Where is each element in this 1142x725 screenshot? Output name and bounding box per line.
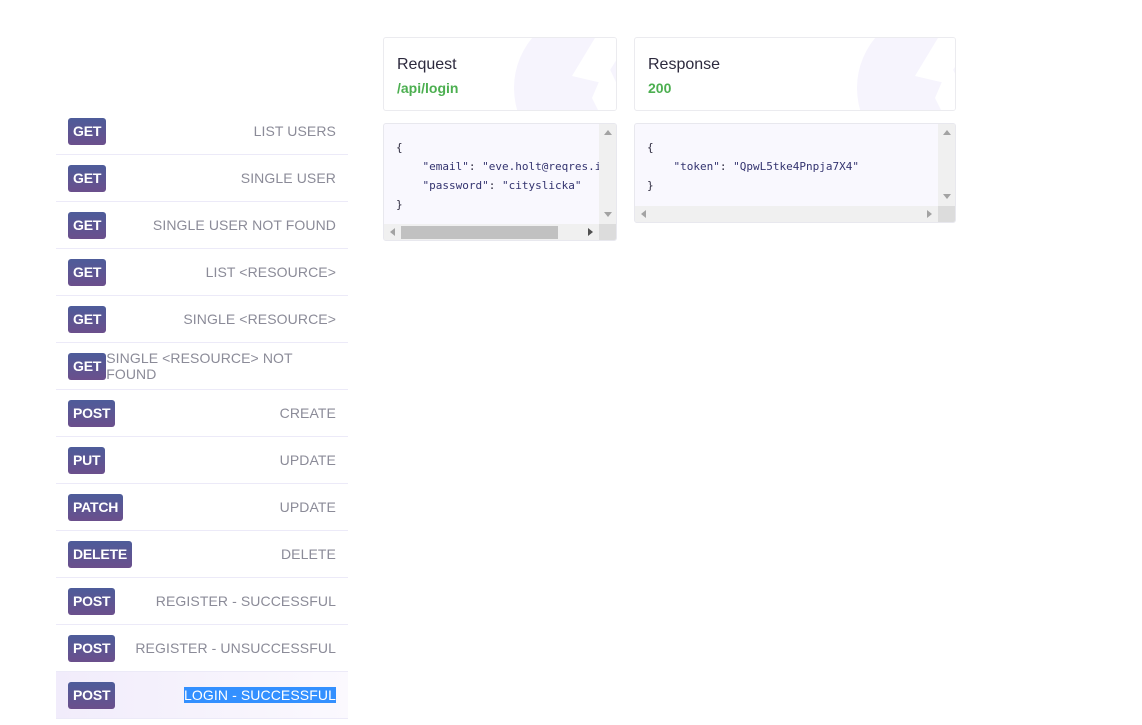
- response-card: Response 200: [634, 37, 956, 111]
- endpoint-label: LIST USERS: [253, 123, 336, 139]
- endpoint-item[interactable]: GET SINGLE <RESOURCE> NOT FOUND: [56, 343, 348, 390]
- endpoint-item[interactable]: POST REGISTER - SUCCESSFUL: [56, 578, 348, 625]
- endpoint-label: LOGIN - SUCCESSFUL: [184, 687, 336, 703]
- request-card: Request /api/login: [383, 37, 617, 111]
- response-status: 200: [648, 80, 672, 96]
- method-badge: DELETE: [68, 540, 133, 568]
- request-title: Request: [397, 56, 457, 73]
- endpoint-label: SINGLE <RESOURCE> NOT FOUND: [106, 350, 293, 382]
- request-vertical-scrollbar[interactable]: [599, 124, 616, 224]
- endpoint-item[interactable]: DELETE DELETE: [56, 531, 348, 578]
- method-badge: GET: [68, 164, 107, 192]
- endpoint-item[interactable]: GET SINGLE <RESOURCE>: [56, 296, 348, 343]
- scroll-down-arrow-icon[interactable]: [943, 194, 951, 199]
- scrollbar-corner: [599, 224, 616, 240]
- endpoint-item[interactable]: POST CREATE: [56, 390, 348, 437]
- endpoint-item[interactable]: GET LIST <RESOURCE>: [56, 249, 348, 296]
- request-json: { "email": "eve.holt@reqres.i "password"…: [396, 141, 602, 211]
- method-badge: POST: [68, 634, 116, 662]
- endpoint-label: LIST <RESOURCE>: [205, 264, 336, 280]
- scroll-down-arrow-icon[interactable]: [604, 212, 612, 217]
- scroll-up-arrow-icon[interactable]: [604, 130, 612, 135]
- method-badge: GET: [68, 211, 107, 239]
- endpoint-item[interactable]: PUT UPDATE: [56, 437, 348, 484]
- method-badge: POST: [68, 681, 116, 709]
- response-title: Response: [648, 56, 721, 73]
- response-body[interactable]: { "token": "QpwL5tke4Pnpja7X4" }: [634, 123, 956, 223]
- endpoint-item[interactable]: GET SINGLE USER NOT FOUND: [56, 202, 348, 249]
- endpoint-item[interactable]: GET SINGLE USER: [56, 155, 348, 202]
- endpoint-label: REGISTER - SUCCESSFUL: [155, 593, 336, 609]
- method-badge: POST: [68, 399, 116, 427]
- request-path: /api/login: [397, 80, 459, 96]
- request-scroll-thumb[interactable]: [401, 226, 558, 239]
- scroll-up-arrow-icon[interactable]: [943, 130, 951, 135]
- endpoint-label: UPDATE: [279, 452, 336, 468]
- endpoint-label: SINGLE USER NOT FOUND: [152, 217, 336, 233]
- method-badge: GET: [68, 117, 107, 145]
- method-badge: GET: [68, 258, 107, 286]
- request-horizontal-scrollbar[interactable]: [384, 224, 600, 240]
- endpoint-item[interactable]: PATCH UPDATE: [56, 484, 348, 531]
- scroll-right-arrow-icon[interactable]: [588, 228, 593, 236]
- endpoint-label: SINGLE USER: [240, 170, 336, 186]
- endpoint-item[interactable]: POST REGISTER - UNSUCCESSFUL: [56, 625, 348, 672]
- scroll-left-arrow-icon[interactable]: [641, 210, 646, 218]
- request-body[interactable]: { "email": "eve.holt@reqres.i "password"…: [383, 123, 617, 241]
- method-badge: PATCH: [68, 493, 124, 521]
- endpoint-item[interactable]: POST LOGIN - SUCCESSFUL: [56, 672, 348, 719]
- response-json: { "token": "QpwL5tke4Pnpja7X4" }: [647, 141, 859, 192]
- watermark-logo-icon: [857, 38, 955, 110]
- scrollbar-corner: [938, 206, 955, 222]
- response-horizontal-scrollbar[interactable]: [635, 206, 939, 222]
- endpoint-label: REGISTER - UNSUCCESSFUL: [135, 640, 336, 656]
- watermark-logo-icon: [514, 38, 616, 110]
- method-badge: POST: [68, 587, 116, 615]
- scroll-right-arrow-icon[interactable]: [927, 210, 932, 218]
- endpoint-label: SINGLE <RESOURCE>: [183, 311, 336, 327]
- scroll-left-arrow-icon[interactable]: [390, 228, 395, 236]
- endpoint-label: UPDATE: [279, 499, 336, 515]
- response-vertical-scrollbar[interactable]: [938, 124, 955, 206]
- endpoint-list: GET LIST USERS GET SINGLE USER GET SINGLE USE…: [56, 108, 348, 719]
- method-badge: GET: [68, 352, 107, 380]
- endpoint-label: DELETE: [280, 546, 336, 562]
- endpoint-label: CREATE: [279, 405, 336, 421]
- endpoint-item[interactable]: GET LIST USERS: [56, 108, 348, 155]
- method-badge: GET: [68, 305, 107, 333]
- method-badge: PUT: [68, 446, 106, 474]
